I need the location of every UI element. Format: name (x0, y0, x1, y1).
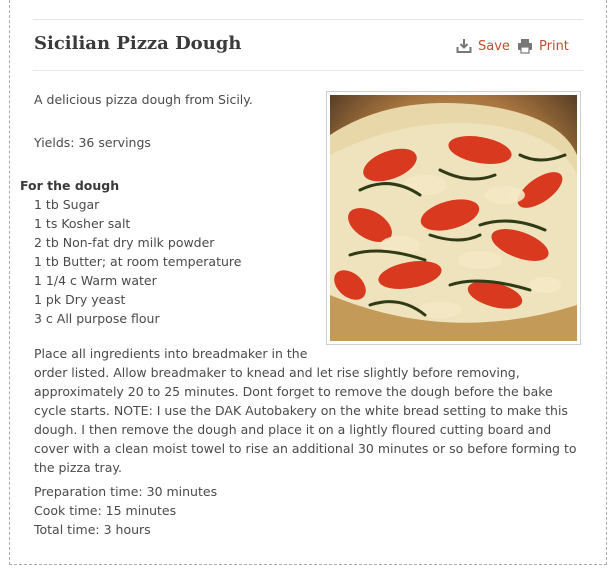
instructions-body: order listed. Allow breadmaker to knead … (34, 365, 577, 475)
ingredient-item: 1 tb Butter; at room temperature (34, 254, 242, 269)
recipe-instructions: Place all ingredients into breadmaker in… (34, 344, 582, 477)
recipe-times: Preparation time: 30 minutes Cook time: … (34, 482, 217, 539)
recipe-yields: Yields: 36 servings (34, 135, 151, 150)
top-divider (33, 19, 583, 20)
pizza-photo (326, 91, 581, 345)
ingredient-list: 1 tb Sugar 1 ts Kosher salt 2 tb Non-fat… (34, 195, 241, 328)
cook-time: Cook time: 15 minutes (34, 503, 177, 518)
print-label: Print (539, 38, 569, 54)
instructions-first-line: Place all ingredients into breadmaker in… (34, 346, 308, 361)
total-time: Total time: 3 hours (34, 522, 151, 537)
prep-time: Preparation time: 30 minutes (34, 484, 218, 499)
save-button[interactable]: Save (456, 38, 510, 54)
save-label: Save (478, 38, 510, 54)
download-tray-icon (456, 38, 472, 54)
ingredient-item: 1 tb Sugar (34, 197, 100, 212)
recipe-description: A delicious pizza dough from Sicily. (34, 92, 253, 107)
ingredient-item: 1 ts Kosher salt (34, 216, 131, 231)
recipe-title: Sicilian Pizza Dough (34, 33, 242, 54)
pizza-image (330, 95, 577, 341)
ingredients-heading: For the dough (20, 178, 120, 193)
header-divider (33, 70, 583, 71)
print-button[interactable]: Print (517, 38, 569, 54)
ingredient-item: 1 1/4 c Warm water (34, 273, 157, 288)
printer-icon (517, 38, 533, 54)
ingredient-item: 3 c All purpose flour (34, 311, 160, 326)
ingredient-item: 1 pk Dry yeast (34, 292, 126, 307)
ingredient-item: 2 tb Non-fat dry milk powder (34, 235, 215, 250)
